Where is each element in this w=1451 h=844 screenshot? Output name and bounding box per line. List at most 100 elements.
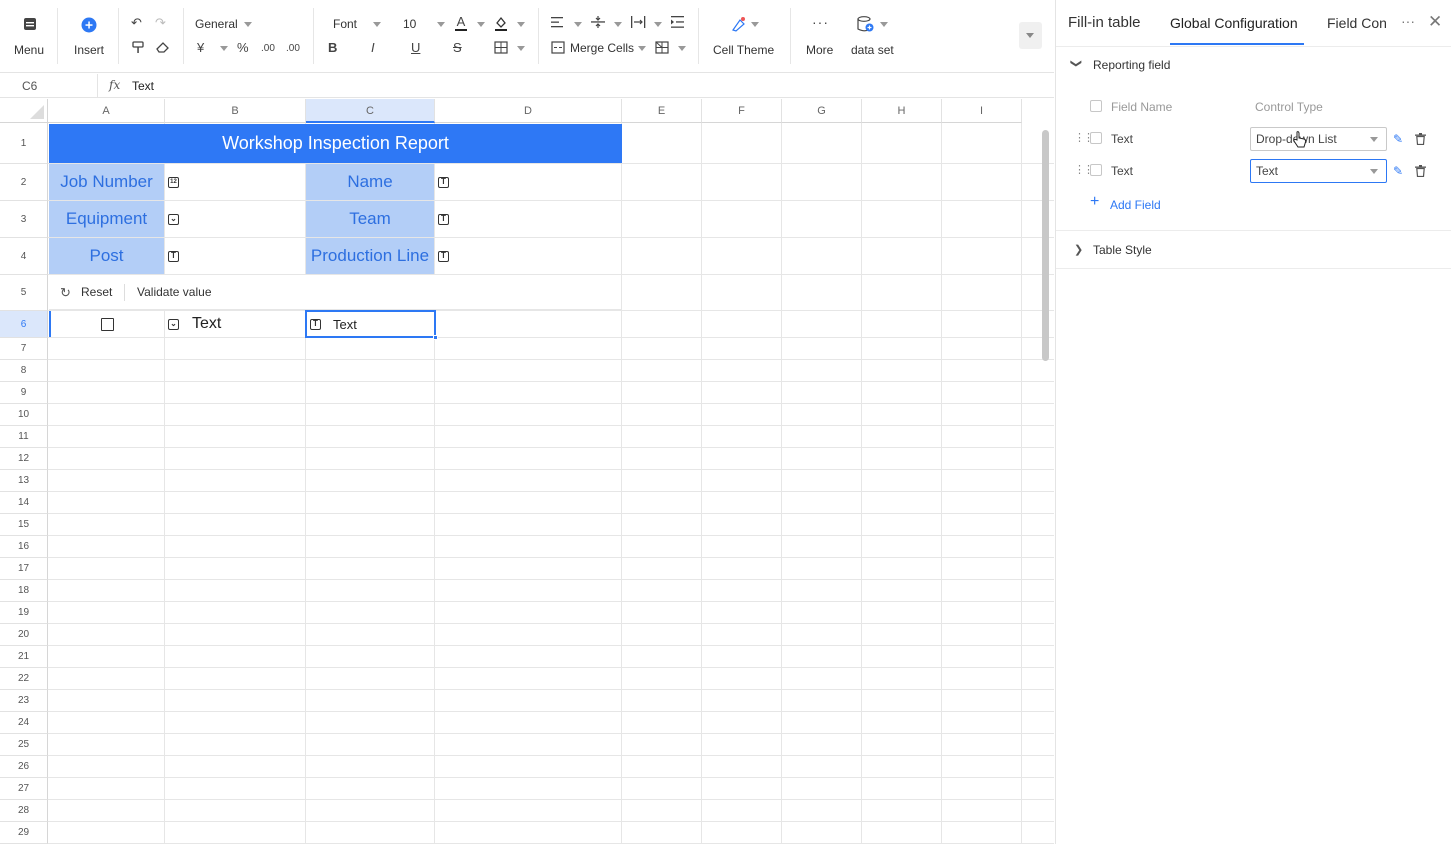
column-header[interactable]: G (782, 99, 862, 123)
team-field-cell[interactable]: T (435, 201, 621, 237)
row-header[interactable]: 16 (0, 536, 48, 558)
add-field-button[interactable]: Add Field (1110, 198, 1161, 212)
row-header[interactable]: 17 (0, 558, 48, 580)
align-left-icon[interactable] (551, 17, 564, 31)
font-color-icon[interactable]: A (455, 15, 467, 31)
indent-icon[interactable] (671, 16, 684, 31)
select-all-corner[interactable] (0, 99, 48, 123)
formula-input[interactable]: Text (132, 79, 154, 93)
cell-style-icon[interactable] (655, 41, 669, 57)
b6-dropdown-cell[interactable]: ⌄ Text (165, 311, 305, 337)
eraser-icon[interactable] (156, 41, 169, 56)
section-reporting-field[interactable]: Reporting field (1093, 58, 1170, 72)
currency-icon[interactable]: ¥ (197, 41, 204, 55)
chevron-right-icon[interactable]: ❯ (1074, 243, 1083, 256)
column-header[interactable]: A (48, 99, 165, 123)
row-checkbox[interactable] (101, 317, 114, 331)
column-header[interactable]: H (862, 99, 942, 123)
row-header[interactable]: 1 (0, 123, 48, 164)
post-field-cell[interactable]: T (165, 238, 305, 274)
row-header[interactable]: 11 (0, 426, 48, 448)
production-line-field-cell[interactable]: T (435, 238, 621, 274)
more-options-icon[interactable]: ··· (1401, 13, 1415, 29)
collapse-toolbar-button[interactable] (1019, 22, 1042, 49)
vertical-align-icon[interactable] (591, 15, 605, 32)
more-button[interactable]: More (806, 43, 833, 57)
column-header[interactable]: F (702, 99, 782, 123)
label-production-line[interactable]: Production Line (306, 238, 434, 274)
row-header[interactable]: 7 (0, 338, 48, 360)
increase-decimal-icon[interactable]: .00 (286, 42, 300, 56)
decrease-decimal-icon[interactable]: .00 (261, 42, 275, 56)
row-header[interactable]: 20 (0, 624, 48, 646)
row-header[interactable]: 3 (0, 201, 48, 238)
label-post[interactable]: Post (49, 238, 164, 274)
row-header[interactable]: 24 (0, 712, 48, 734)
column-header[interactable]: I (942, 99, 1022, 123)
row-header[interactable]: 22 (0, 668, 48, 690)
equipment-field-cell[interactable]: ⌄ (165, 201, 305, 237)
label-name[interactable]: Name (306, 164, 434, 200)
border-icon[interactable] (494, 41, 508, 57)
row-header[interactable]: 21 (0, 646, 48, 668)
strikethrough-icon[interactable]: S (453, 41, 462, 55)
field-checkbox[interactable] (1090, 164, 1102, 176)
edit-icon[interactable]: ✎ (1393, 164, 1403, 178)
percent-icon[interactable]: % (237, 41, 249, 55)
font-size-select[interactable]: 10 (403, 17, 416, 31)
name-field-cell[interactable]: T (435, 164, 621, 200)
tab-field-config[interactable]: Field Con (1327, 15, 1389, 31)
control-type-select-2[interactable]: Text (1250, 159, 1387, 183)
select-all-fields-checkbox[interactable] (1090, 100, 1102, 112)
row-header[interactable]: 12 (0, 448, 48, 470)
format-painter-icon[interactable] (132, 41, 144, 57)
row-header[interactable]: 19 (0, 602, 48, 624)
report-title-cell[interactable]: Workshop Inspection Report (49, 124, 622, 163)
redo-icon[interactable]: ↷ (155, 16, 166, 30)
cell-theme-button[interactable]: Cell Theme (713, 43, 774, 57)
row-header[interactable]: 23 (0, 690, 48, 712)
wrap-text-icon[interactable] (631, 15, 646, 32)
italic-icon[interactable]: I (371, 41, 375, 55)
row-header[interactable]: 13 (0, 470, 48, 492)
row-header[interactable]: 27 (0, 778, 48, 800)
reset-button[interactable]: Reset (81, 285, 112, 299)
underline-icon[interactable]: U (411, 41, 420, 55)
row-header[interactable]: 10 (0, 404, 48, 426)
row-header[interactable]: 4 (0, 238, 48, 275)
row-checkbox-cell[interactable] (49, 311, 164, 337)
merge-cells-button[interactable]: Merge Cells (570, 41, 634, 55)
number-format-select[interactable]: General (195, 17, 238, 31)
row-header[interactable]: 6 (0, 311, 48, 338)
row-header[interactable]: 28 (0, 800, 48, 822)
row-header[interactable]: 18 (0, 580, 48, 602)
row-header[interactable]: 29 (0, 822, 48, 844)
edit-icon[interactable]: ✎ (1393, 132, 1403, 146)
spreadsheet-grid[interactable]: ABCDEFGHI 1 2 3 4 5 6 7 8 9 10 11 12 13 14 15 16 17 18 19 2… (0, 99, 1054, 844)
cell-reference[interactable]: C6 (0, 74, 98, 98)
insert-button[interactable]: Insert (74, 43, 104, 57)
row-header[interactable]: 14 (0, 492, 48, 514)
font-select[interactable]: Font (333, 17, 357, 31)
row-header[interactable]: 25 (0, 734, 48, 756)
label-team[interactable]: Team (306, 201, 434, 237)
row-header[interactable]: 26 (0, 756, 48, 778)
menu-button[interactable]: Menu (14, 43, 44, 57)
label-equipment[interactable]: Equipment (49, 201, 164, 237)
c6-selected-cell[interactable]: T Text (305, 310, 438, 340)
column-header[interactable]: B (165, 99, 306, 123)
delete-icon[interactable] (1415, 164, 1426, 182)
undo-icon[interactable]: ↶ (131, 16, 142, 30)
row-header[interactable]: 9 (0, 382, 48, 404)
delete-icon[interactable] (1415, 132, 1426, 150)
fill-handle[interactable] (433, 335, 438, 340)
column-header[interactable]: D (435, 99, 622, 123)
row-header[interactable]: 5 (0, 275, 48, 311)
section-table-style[interactable]: Table Style (1093, 243, 1152, 257)
data-set-button[interactable]: data set (851, 43, 894, 57)
column-header[interactable]: E (622, 99, 702, 123)
job-number-field-cell[interactable]: 12 (165, 164, 305, 200)
label-job-number[interactable]: Job Number (49, 164, 164, 200)
control-type-select-1[interactable]: Drop-down List (1250, 127, 1387, 151)
row-header[interactable]: 8 (0, 360, 48, 382)
